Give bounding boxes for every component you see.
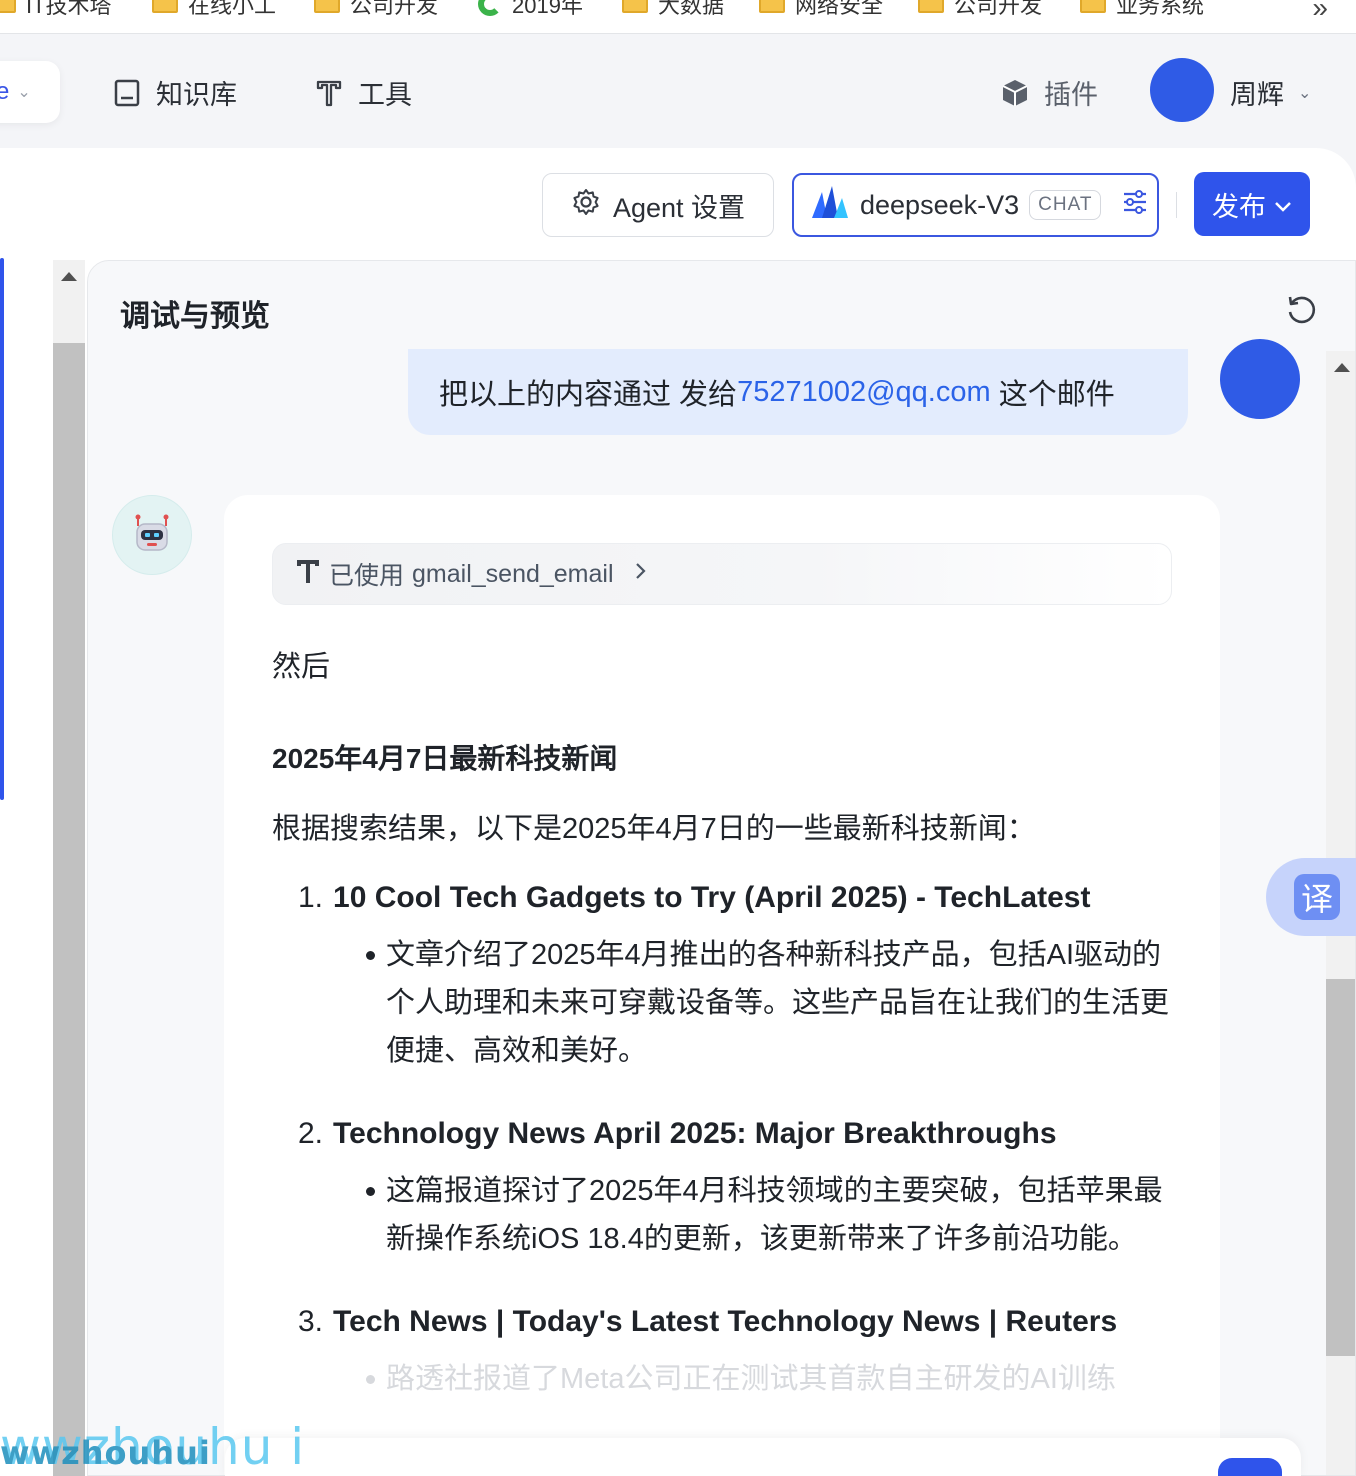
news-item-desc: 路透社报道了Meta公司正在测试其首款自主研发的AI训练	[386, 1363, 1116, 1395]
bookmark-item[interactable]: 公司开发	[314, 0, 438, 18]
folder-icon	[622, 0, 648, 13]
bookmark-item[interactable]: 公司开发	[918, 0, 1042, 18]
debug-preview-panel: 调试与预览 把以上的内容通过 发给 75271002@qq.com 这个邮件 已…	[87, 260, 1356, 1476]
chevron-down-icon: ⌄	[17, 84, 31, 101]
left-scrollbar-thumb[interactable]	[53, 343, 85, 1476]
news-item: 3. Tech News | Today's Latest Technology…	[298, 1301, 1182, 1403]
user-avatar	[1220, 339, 1300, 419]
bookmark-item[interactable]: 大数据	[622, 0, 724, 18]
publish-button[interactable]: 发布	[1194, 172, 1310, 236]
nav-knowledge[interactable]: 知识库	[112, 73, 237, 112]
bookmarks-bar: IT技术塔 在线小工 公司开发 2019年 大数据 网络安全 公司开发 业务系统…	[0, 0, 1356, 34]
news-item-title: Technology News April 2025: Major Breakt…	[333, 1117, 1057, 1150]
news-item-desc: 这篇报道探讨了2025年4月科技领域的主要突破，包括苹果最新操作系统iOS 18…	[386, 1175, 1163, 1255]
bookmarks-more-button[interactable]: »	[1312, 0, 1328, 24]
translate-button[interactable]: 译	[1266, 858, 1356, 936]
folder-icon	[918, 0, 944, 13]
news-item: 2. Technology News April 2025: Major Bre…	[298, 1113, 1182, 1263]
news-list: 1. 10 Cool Tech Gadgets to Try (April 20…	[272, 877, 1182, 1403]
bot-avatar	[112, 495, 192, 575]
top-nav: e ⌄ 知识库 工具 插件 周辉 ⌄	[0, 35, 1356, 147]
nav-plugins[interactable]: 插件	[1000, 73, 1098, 112]
news-item-title: 10 Cool Tech Gadgets to Try (April 2025)…	[333, 881, 1091, 914]
folder-icon	[1080, 0, 1106, 13]
bookmark-item[interactable]: IT技术塔	[0, 0, 112, 18]
chat-scrollbar-thumb[interactable]	[1326, 979, 1355, 1356]
scroll-up-arrow-icon[interactable]	[61, 272, 77, 281]
robot-icon	[135, 514, 169, 551]
toolbar-divider	[1176, 192, 1177, 218]
bullet-icon	[366, 1167, 386, 1263]
reply-heading: 2025年4月7日最新科技新闻	[272, 743, 618, 774]
nav-tools[interactable]: 工具	[314, 73, 412, 112]
tool-icon	[295, 557, 321, 592]
bot-message-card: 已使用 gmail_send_email 然后 2025年4月7日最新科技新闻 …	[224, 495, 1220, 1475]
bullet-icon	[366, 931, 386, 1075]
folder-icon	[759, 0, 785, 13]
tool-used-indicator[interactable]: 已使用 gmail_send_email	[272, 543, 1172, 605]
scroll-up-arrow-icon[interactable]	[1334, 363, 1350, 372]
c-logo-icon	[478, 0, 502, 16]
reply-content: 然后 2025年4月7日最新科技新闻 根据搜索结果，以下是2025年4月7日的一…	[272, 643, 1182, 1441]
bookmark-item[interactable]: 业务系统	[1080, 0, 1204, 18]
chevron-down-icon: ⌄	[1298, 84, 1312, 102]
chevron-right-icon	[634, 561, 648, 587]
translate-icon: 译	[1294, 874, 1340, 920]
folder-icon	[314, 0, 340, 13]
user-avatar[interactable]	[1150, 58, 1214, 122]
chat-input-area[interactable]	[225, 1438, 1301, 1476]
folder-icon	[152, 0, 178, 13]
chevron-down-icon	[1274, 189, 1292, 220]
send-button[interactable]	[1218, 1458, 1282, 1476]
news-item-desc: 文章介绍了2025年4月推出的各种新科技产品，包括AI驱动的个人助理和未来可穿戴…	[386, 939, 1170, 1067]
refresh-icon[interactable]	[1284, 293, 1318, 327]
reply-then-text: 然后	[272, 651, 331, 683]
tool-icon	[314, 78, 344, 108]
bookmark-item[interactable]: 2019年	[478, 0, 583, 18]
gear-icon	[571, 187, 601, 224]
model-selector-button[interactable]: deepseek-V3 CHAT	[792, 173, 1159, 237]
user-message-bubble: 把以上的内容通过 发给 75271002@qq.com 这个邮件	[408, 349, 1188, 435]
email-link[interactable]: 75271002@qq.com	[737, 376, 991, 409]
book-icon	[112, 78, 142, 108]
workspace-selector[interactable]: e ⌄	[0, 61, 60, 123]
deepseek-logo-icon	[810, 184, 850, 227]
reply-intro: 根据搜索结果，以下是2025年4月7日的一些最新科技新闻：	[272, 813, 1036, 845]
news-item-title: Tech News | Today's Latest Technology Ne…	[333, 1305, 1118, 1338]
bookmark-item[interactable]: 网络安全	[759, 0, 883, 18]
cube-icon	[1000, 78, 1030, 108]
folder-icon	[0, 0, 16, 13]
model-type-badge: CHAT	[1029, 190, 1102, 220]
left-panel-accent	[0, 258, 4, 800]
preview-title: 调试与预览	[120, 300, 270, 333]
user-menu[interactable]: 周辉 ⌄	[1230, 73, 1311, 112]
bookmark-item[interactable]: 在线小工	[152, 0, 276, 18]
agent-settings-button[interactable]: Agent 设置	[542, 173, 774, 237]
bullet-icon	[366, 1355, 386, 1403]
news-item: 1. 10 Cool Tech Gadgets to Try (April 20…	[298, 877, 1182, 1075]
watermark: wwzhouhu i wwzhouhui	[0, 1418, 306, 1476]
settings-sliders-icon[interactable]	[1121, 188, 1149, 223]
